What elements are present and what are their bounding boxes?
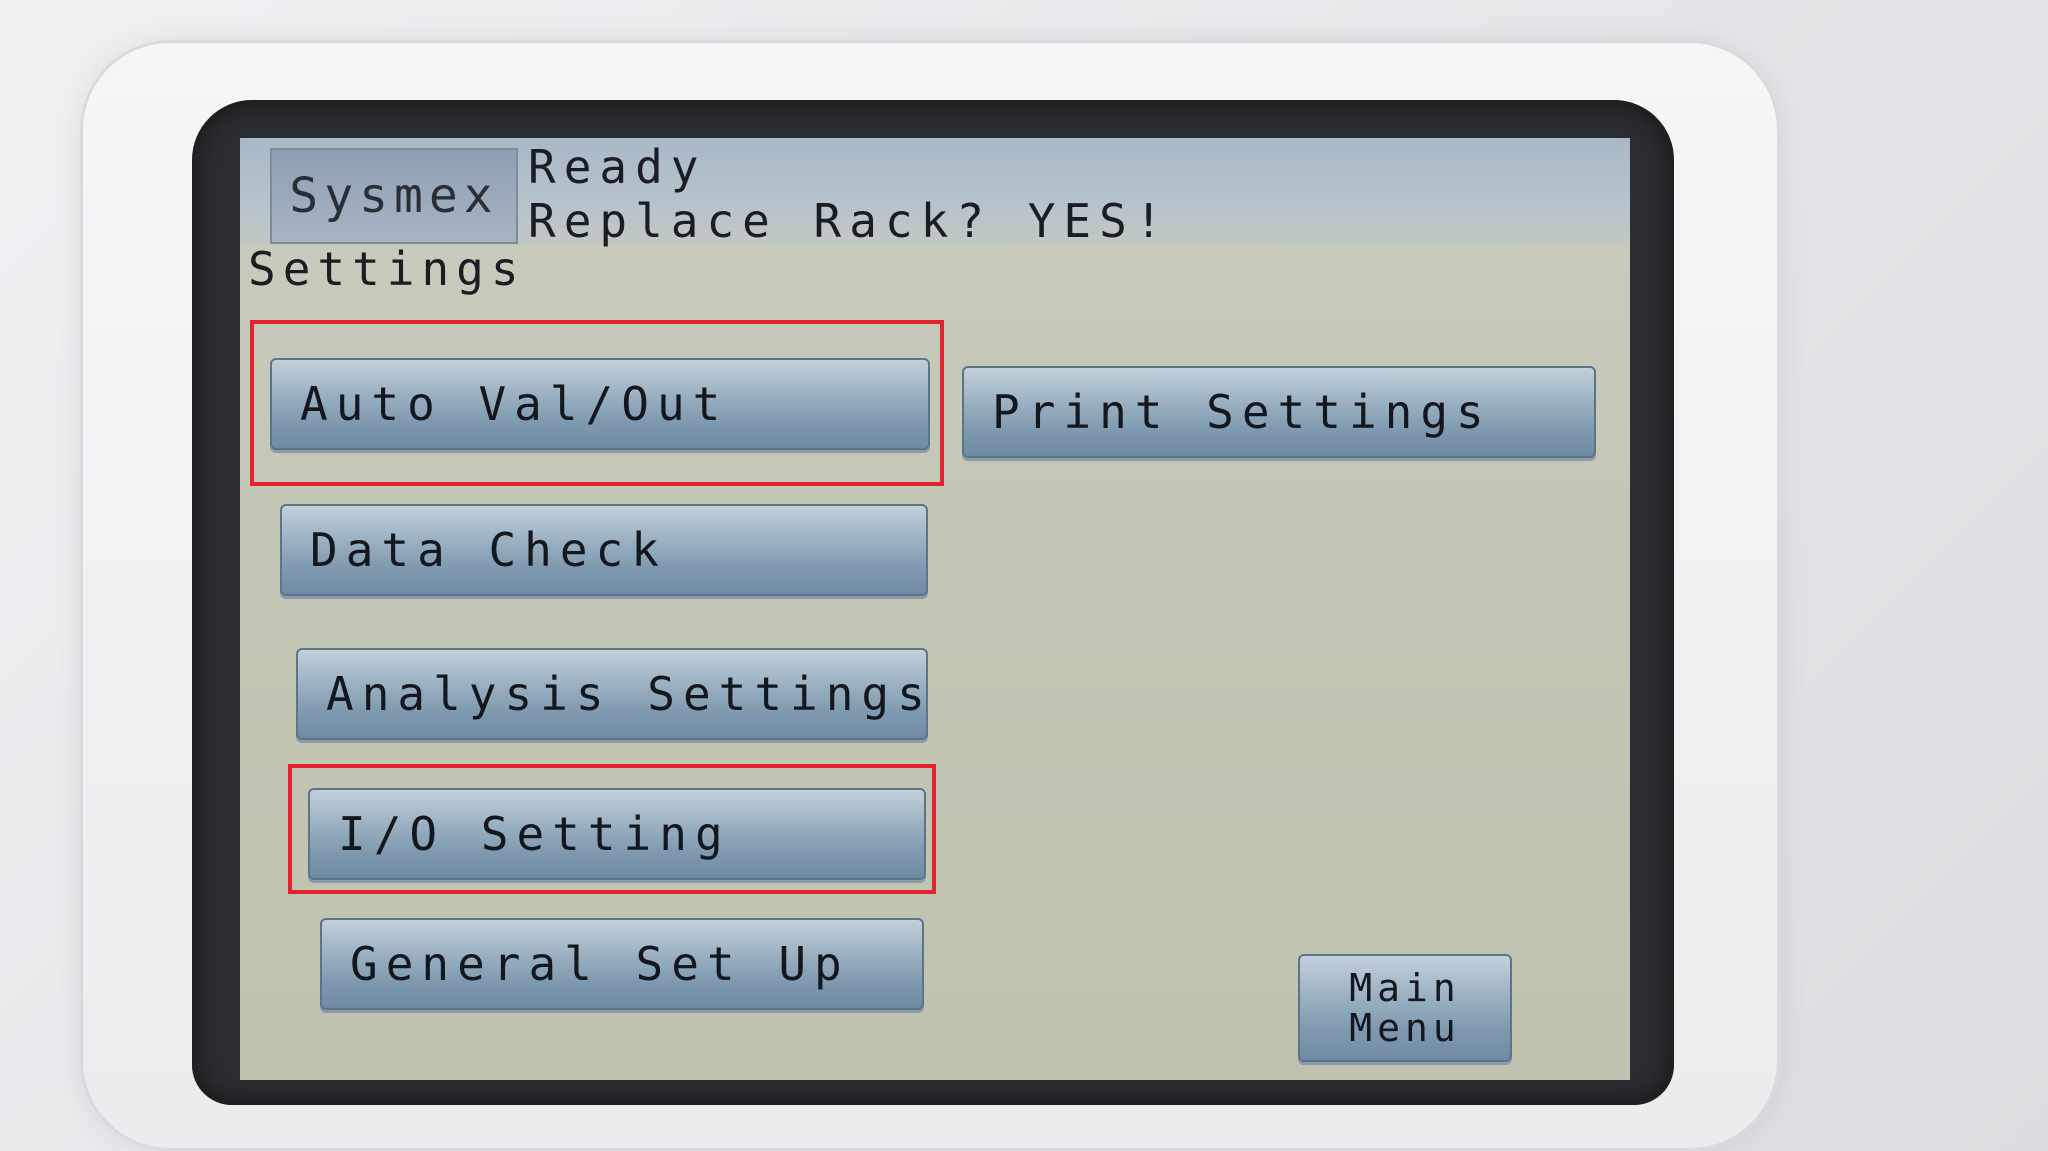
analysis-settings-button[interactable]: Analysis Settings xyxy=(296,648,928,740)
io-setting-button[interactable]: I/O Setting xyxy=(308,788,926,880)
status-bar: Sysmex Ready Replace Rack? YES! xyxy=(240,138,1630,248)
main-menu-button[interactable]: Main Menu xyxy=(1298,954,1512,1062)
status-text: Ready xyxy=(528,140,707,194)
print-settings-button[interactable]: Print Settings xyxy=(962,366,1596,458)
main-menu-label-line2: Menu xyxy=(1349,1006,1461,1050)
main-menu-label-line1: Main xyxy=(1349,966,1461,1010)
general-set-up-button[interactable]: General Set Up xyxy=(320,918,924,1010)
touch-screen: Sysmex Ready Replace Rack? YES! Settings… xyxy=(240,138,1630,1080)
status-message: Replace Rack? YES! xyxy=(528,194,1171,248)
page-title: Settings xyxy=(248,242,526,296)
data-check-button[interactable]: Data Check xyxy=(280,504,928,596)
brand-logo: Sysmex xyxy=(270,148,518,244)
analyzer-device: Sysmex Ready Replace Rack? YES! Settings… xyxy=(0,0,2048,1151)
auto-val-out-button[interactable]: Auto Val/Out xyxy=(270,358,930,450)
